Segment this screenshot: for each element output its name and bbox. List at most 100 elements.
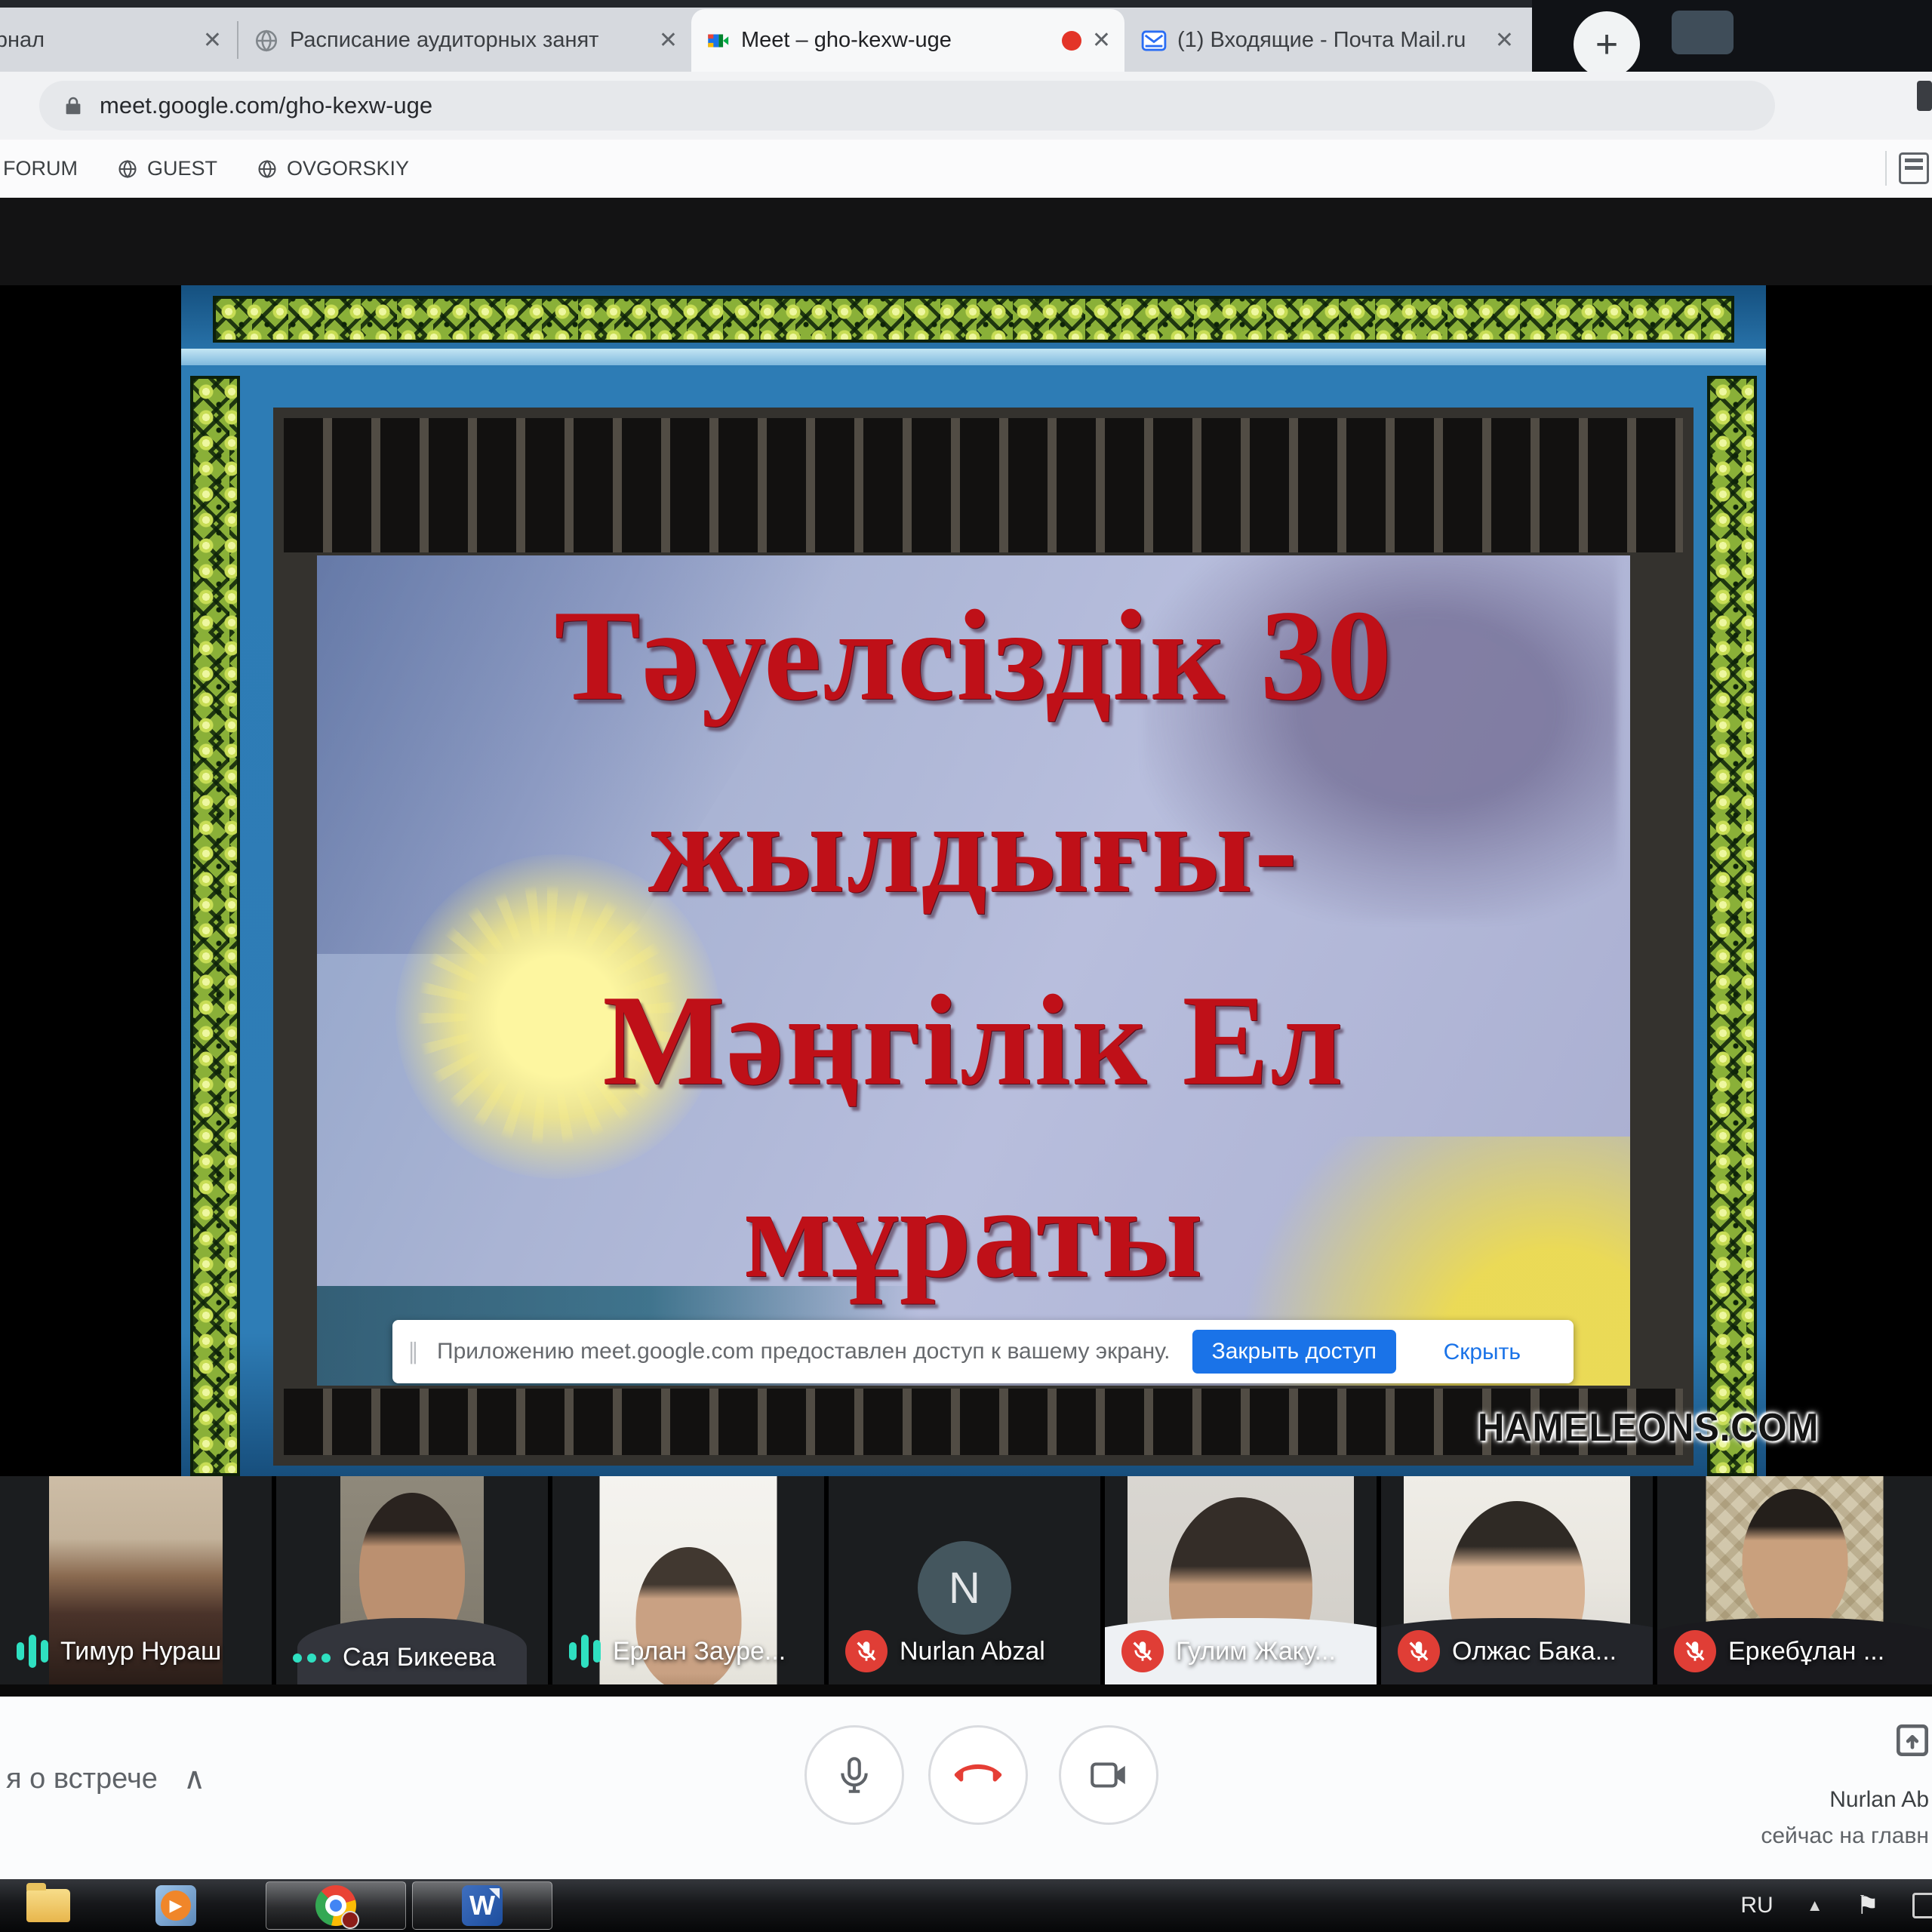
taskbar-media-player-button[interactable]: ▶ <box>134 1881 217 1930</box>
chevron-up-icon: ∧ <box>183 1761 205 1796</box>
toolbar-edge-icon[interactable] <box>1917 81 1932 111</box>
mic-icon <box>832 1753 876 1797</box>
participant-name: Сая Бикеева <box>343 1643 496 1672</box>
meet-header: Abzal сейчас на главном экране Дильназ Т… <box>0 198 1932 285</box>
close-icon[interactable]: ✕ <box>1092 27 1111 54</box>
screen-share-notification: ∥ Приложению meet.google.com предоставле… <box>392 1320 1574 1383</box>
browser-toolbar: meet.google.com/gho-kexw-uge <box>0 72 1932 140</box>
side-panel-icon[interactable] <box>1899 152 1929 184</box>
camera-button[interactable] <box>1059 1725 1158 1825</box>
lock-icon <box>62 94 85 117</box>
meeting-details-toggle[interactable]: я о встрече ∧ <box>6 1761 205 1796</box>
mail-icon <box>1141 28 1167 54</box>
present-screen-icon <box>1891 1719 1932 1761</box>
watermark: HAMELEONS.COM <box>1478 1405 1819 1451</box>
shared-screen-stage: Тәуелсіздік 30 жылдығы- Мәңгілік Ел мұра… <box>0 285 1932 1476</box>
address-bar[interactable]: meet.google.com/gho-kexw-uge <box>39 81 1775 131</box>
ornament-border-left <box>190 376 240 1476</box>
light-blue-stripe <box>181 349 1766 365</box>
window-control-smudge <box>1672 11 1734 54</box>
tab-mail[interactable]: (1) Входящие - Почта Mail.ru ✕ <box>1128 9 1527 72</box>
windows-taskbar: ▶ W RU ▲ ⚑ <box>0 1879 1932 1932</box>
action-center-flag-icon[interactable]: ⚑ <box>1857 1890 1879 1921</box>
audio-dots-icon <box>293 1654 331 1663</box>
ornament-border-right <box>1707 376 1757 1476</box>
globe-icon <box>254 28 279 54</box>
hide-link[interactable]: Скрыть <box>1444 1340 1521 1365</box>
meeting-details-label: я о встрече <box>6 1763 158 1795</box>
participant-name: Гулим Жаку... <box>1176 1637 1336 1666</box>
system-tray: RU ▲ ⚑ <box>1740 1879 1932 1932</box>
tray-clipped-icon[interactable] <box>1912 1893 1932 1918</box>
participant-tile[interactable]: Олжас Бака... <box>1381 1476 1653 1684</box>
participant-name: Олжас Бака... <box>1452 1637 1617 1666</box>
chrome-icon <box>315 1885 356 1926</box>
participant-tile[interactable]: N Nurlan Abzal <box>829 1476 1100 1684</box>
tab-title: Meet – gho-kexw-uge <box>741 28 1051 53</box>
tab-meet-active[interactable]: Meet – gho-kexw-uge ✕ <box>691 9 1124 72</box>
presentation-slide: Тәуелсіздік 30 жылдығы- Мәңгілік Ел мұра… <box>317 555 1630 1386</box>
drag-handle-icon[interactable]: ∥ <box>408 1339 420 1365</box>
muted-mic-icon <box>845 1630 888 1672</box>
slide-title-line: Тәуелсіздік 30 <box>317 560 1630 752</box>
taskbar-chrome-button[interactable] <box>266 1881 406 1930</box>
slide-title-line: мұраты <box>317 1137 1630 1330</box>
globe-icon <box>257 158 278 180</box>
participant-name: Еркебұлан ... <box>1728 1637 1884 1666</box>
bookmark-forum[interactable]: FORUM <box>3 157 78 180</box>
meet-icon <box>705 28 731 54</box>
tab-schedule[interactable]: Расписание аудиторных занят ✕ <box>240 9 691 72</box>
camera-icon <box>1087 1753 1131 1797</box>
filmstrip-holes-bottom <box>284 1389 1683 1455</box>
participant-name: Тимур Нураш <box>60 1637 221 1666</box>
slide-title: Тәуелсіздік 30 жылдығы- Мәңгілік Ел мұра… <box>317 560 1630 1330</box>
participant-tile[interactable]: Гулим Жаку... <box>1105 1476 1377 1684</box>
tab-separator <box>237 21 238 59</box>
bookmark-ovgorskiy[interactable]: OVGORSKIY <box>257 157 409 180</box>
bookmark-label: FORUM <box>3 157 78 180</box>
slide-title-line: жылдығы- <box>317 752 1630 945</box>
participant-tile[interactable]: Сая Бикеева <box>276 1476 548 1684</box>
close-icon[interactable]: ✕ <box>659 27 678 54</box>
word-icon: W <box>462 1885 503 1926</box>
bookmark-label: GUEST <box>147 157 217 180</box>
bookmark-guest[interactable]: GUEST <box>117 157 217 180</box>
participant-tile[interactable]: Тимур Нураш <box>0 1476 272 1684</box>
language-indicator[interactable]: RU <box>1740 1893 1773 1918</box>
participant-name: Nurlan Abzal <box>900 1637 1045 1666</box>
muted-mic-icon <box>1121 1630 1164 1672</box>
presenting-button[interactable] <box>1891 1719 1932 1765</box>
initial-avatar: N <box>918 1541 1011 1635</box>
close-icon[interactable]: ✕ <box>1495 27 1514 54</box>
new-tab-button[interactable]: + <box>1574 11 1640 78</box>
ornament-border-top <box>213 296 1734 343</box>
presenter-status: сейчас на главн <box>1728 1823 1929 1849</box>
presenter-name: Nurlan Ab <box>1758 1787 1929 1813</box>
strip-divider <box>0 1684 1932 1697</box>
taskbar-explorer-button[interactable] <box>11 1881 86 1930</box>
desktop: журнал ✕ Расписание аудиторных занят ✕ M… <box>0 0 1932 1932</box>
call-end-icon <box>954 1751 1002 1799</box>
globe-icon <box>117 158 138 180</box>
bookmarks-separator <box>1885 151 1887 186</box>
notification-message: Приложению meet.google.com предоставлен … <box>437 1339 1170 1364</box>
tab-zhurnal[interactable]: журнал ✕ <box>0 9 235 72</box>
close-icon[interactable]: ✕ <box>203 27 222 54</box>
participant-tile[interactable]: Ерлан Зауре... <box>552 1476 824 1684</box>
mic-button[interactable] <box>804 1725 904 1825</box>
browser-tab-bar: журнал ✕ Расписание аудиторных занят ✕ M… <box>0 0 1932 72</box>
filmstrip-holes-top <box>284 418 1683 552</box>
stop-sharing-button[interactable]: Закрыть доступ <box>1192 1330 1396 1374</box>
participant-tile[interactable]: Еркебұлан ... <box>1657 1476 1932 1684</box>
filmstrip-graphic: Тәуелсіздік 30 жылдығы- Мәңгілік Ел мұра… <box>273 408 1694 1466</box>
hangup-button[interactable] <box>928 1725 1028 1825</box>
tray-chevron-icon[interactable]: ▲ <box>1807 1896 1823 1915</box>
speaking-indicator-icon <box>17 1630 48 1672</box>
presentation-frame: Тәуелсіздік 30 жылдығы- Мәңгілік Ел мұра… <box>181 285 1766 1476</box>
folder-icon <box>26 1889 70 1922</box>
speaking-indicator-icon <box>569 1630 601 1672</box>
taskbar-word-button[interactable]: W <box>412 1881 552 1930</box>
meet-control-bar: я о встрече ∧ Nurlan Ab сейчас на главн <box>0 1697 1932 1879</box>
bookmarks-bar: FORUM GUEST OVGORSKIY <box>0 140 1932 198</box>
url-text: meet.google.com/gho-kexw-uge <box>100 92 432 119</box>
